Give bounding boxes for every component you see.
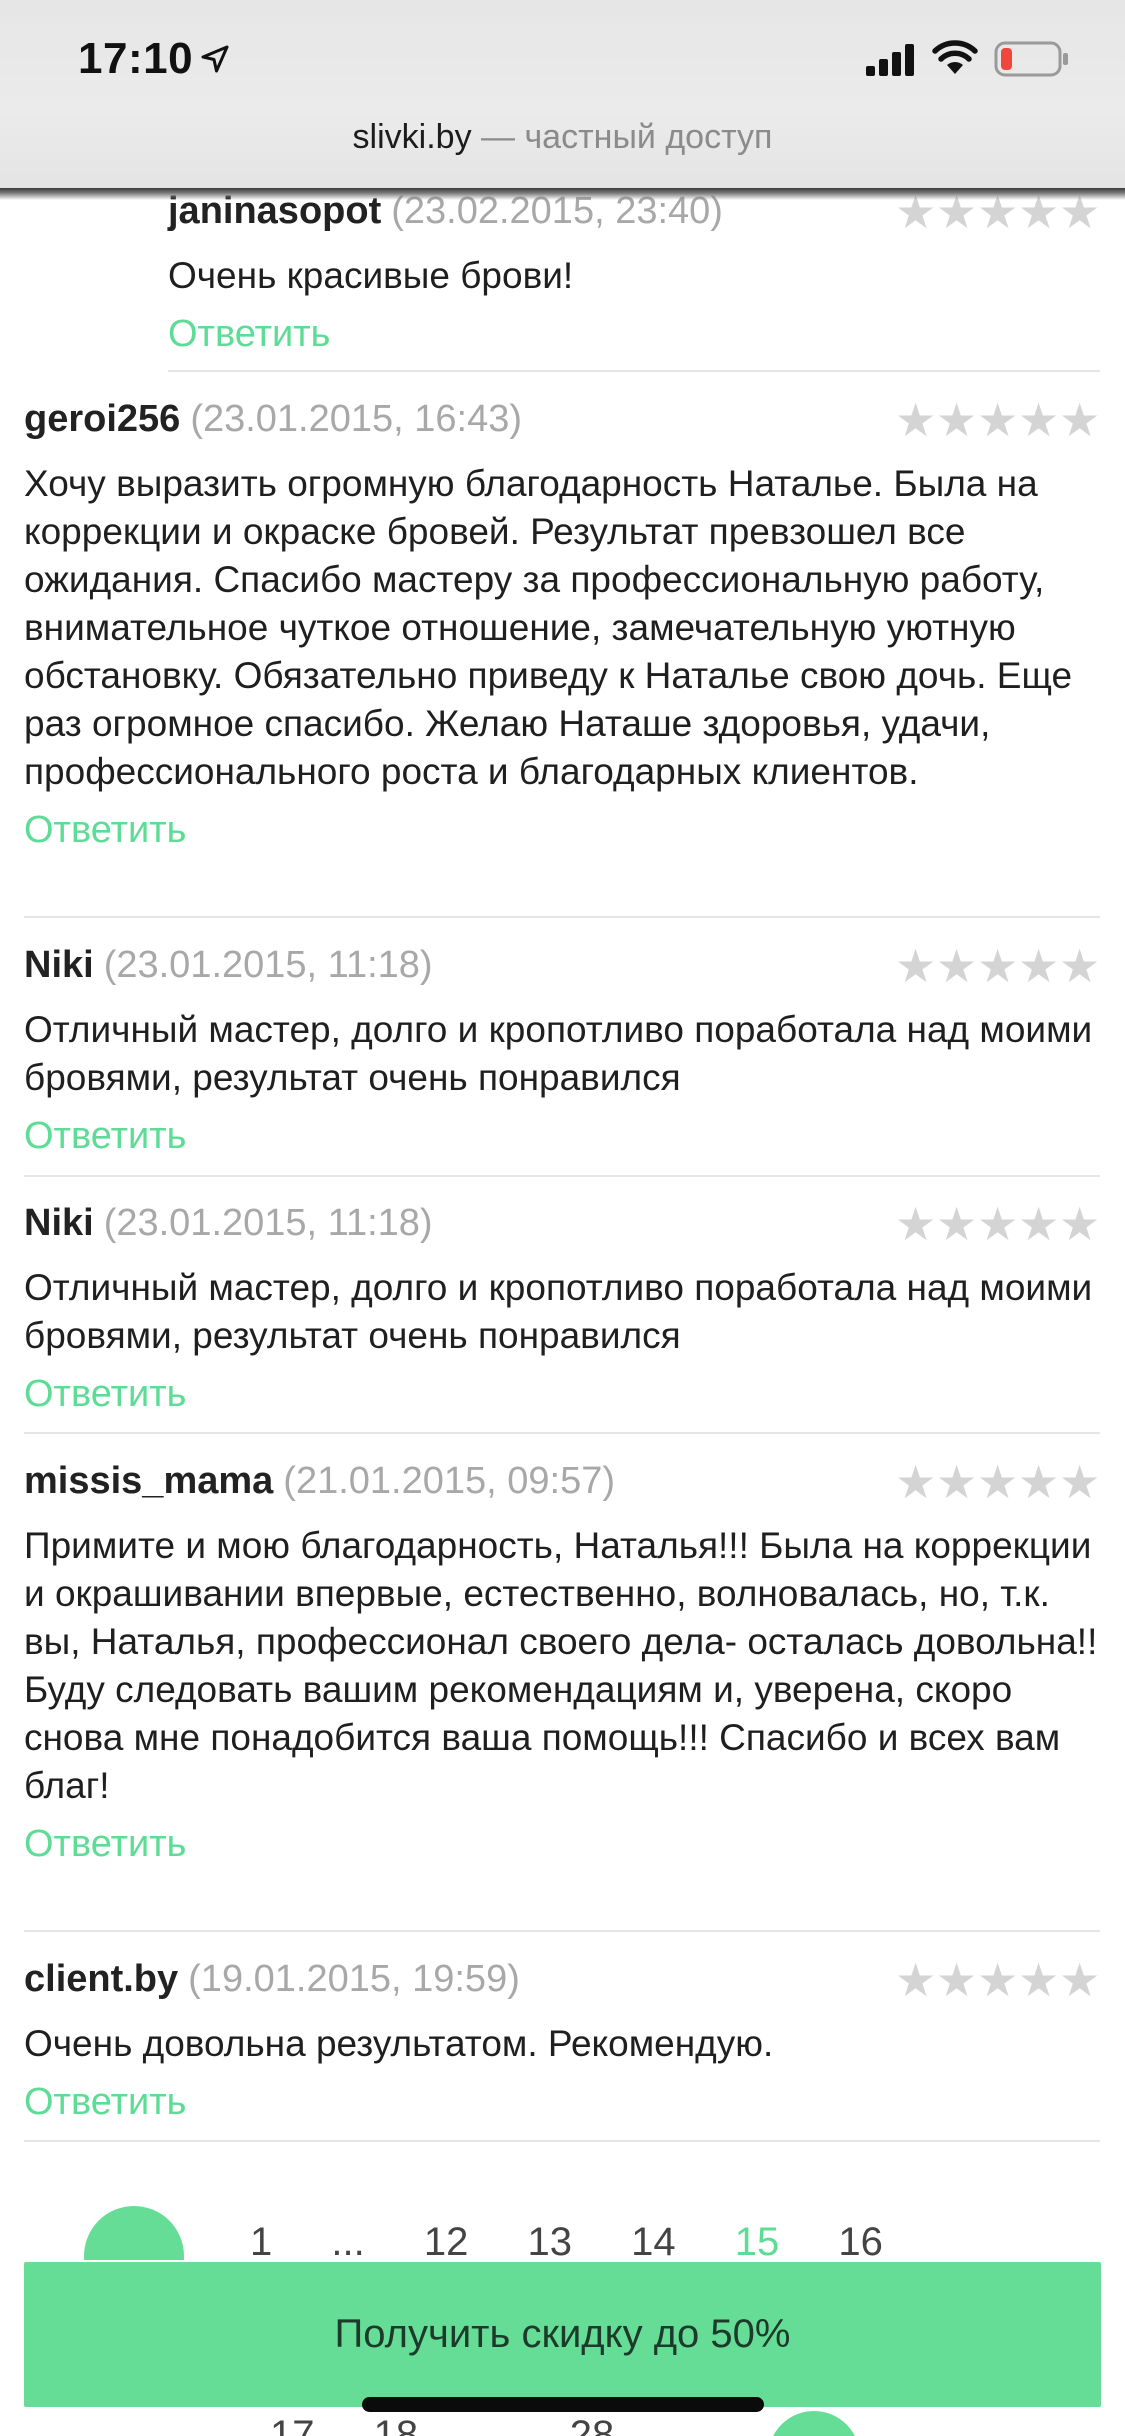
comment-author[interactable]: Niki	[24, 1202, 94, 1244]
star-icon: ★	[977, 1456, 1019, 1508]
reply-link[interactable]: Ответить	[24, 2078, 1100, 2126]
star-icon: ★	[936, 1456, 978, 1508]
comment-text: Очень довольна результатом. Рекомендую.	[24, 2023, 774, 2064]
comment-text: Примите и мою благодарность, Наталья!!! …	[24, 1525, 1098, 1806]
reply-link[interactable]: Ответить	[168, 310, 1100, 358]
rating-stars: ★ ★ ★ ★ ★	[895, 1954, 1101, 2006]
star-icon: ★	[1059, 394, 1101, 446]
cellular-signal-icon	[866, 44, 914, 76]
rating-stars: ★ ★ ★ ★ ★	[895, 940, 1101, 992]
star-icon: ★	[1059, 1456, 1101, 1508]
page-prev-button[interactable]	[84, 2206, 184, 2260]
star-icon: ★	[977, 394, 1019, 446]
reply-link[interactable]: Ответить	[24, 1370, 1100, 1418]
reply-link[interactable]: Ответить	[24, 806, 1100, 854]
comment-header: geroi256 (23.01.2015, 16:43) ★ ★ ★ ★ ★	[24, 394, 1101, 448]
comment-header: Niki (23.01.2015, 11:18) ★ ★ ★ ★ ★	[24, 1198, 1101, 1252]
page-link[interactable]: 28	[570, 2413, 615, 2436]
page-link[interactable]: 14	[631, 2220, 676, 2260]
comment-item: janinasopot (23.02.2015, 23:40) ★ ★ ★ ★ ★ Оче…	[168, 189, 1100, 358]
browser-top-bar: 17:10 slivki.by — частный доступ	[0, 0, 1125, 200]
page-link-active[interactable]: 15	[735, 2220, 780, 2260]
star-icon: ★	[1059, 940, 1101, 992]
get-discount-button[interactable]: Получить скидку до 50%	[24, 2262, 1101, 2407]
page-link[interactable]: 18	[374, 2413, 419, 2436]
reply-link[interactable]: Ответить	[24, 1820, 1100, 1868]
wifi-icon	[932, 40, 978, 74]
divider	[24, 1175, 1100, 1177]
star-icon: ★	[936, 394, 978, 446]
star-icon: ★	[895, 1954, 937, 2006]
address-bar[interactable]: slivki.by — частный доступ	[0, 118, 1125, 157]
comment-item: geroi256 (23.01.2015, 16:43) ★ ★ ★ ★ ★ Хочу в…	[24, 394, 1101, 854]
page-link[interactable]: 12	[424, 2220, 469, 2260]
page-link[interactable]: 1	[250, 2220, 272, 2260]
comment-text: Очень красивые брови!	[168, 255, 574, 296]
url-subtitle: — частный доступ	[471, 118, 773, 156]
star-icon: ★	[1018, 940, 1060, 992]
comment-date: (23.01.2015, 11:18)	[103, 944, 433, 986]
comment-item: missis_mama (21.01.2015, 09:57) ★ ★ ★ ★ ★ При…	[24, 1456, 1101, 1868]
divider	[24, 1432, 1100, 1434]
reply-link[interactable]: Ответить	[24, 1112, 1100, 1160]
star-icon: ★	[936, 940, 978, 992]
page-ellipsis: ...	[477, 2413, 511, 2436]
location-arrow-icon	[201, 45, 229, 73]
comment-date: (21.01.2015, 09:57)	[283, 1460, 615, 1502]
home-indicator[interactable]	[362, 2397, 764, 2412]
star-icon: ★	[977, 1198, 1019, 1250]
comment-author[interactable]: Niki	[24, 944, 94, 986]
star-icon: ★	[895, 1198, 937, 1250]
status-time: 17:10	[78, 34, 194, 83]
star-icon: ★	[895, 940, 937, 992]
page-list: 1 ... 12 13 14 15 16	[250, 2220, 883, 2260]
comment-text: Хочу выразить огромную благодарность Нат…	[24, 463, 1073, 792]
url-domain: slivki.by	[352, 118, 472, 156]
pagination: 1 ... 12 13 14 15 16	[0, 2200, 1125, 2260]
page-link[interactable]: 13	[527, 2220, 572, 2260]
comment-item: Niki (23.01.2015, 11:18) ★ ★ ★ ★ ★ Отличный м…	[24, 1198, 1101, 1418]
star-icon: ★	[1018, 1954, 1060, 2006]
comment-date: (23.01.2015, 16:43)	[190, 398, 523, 440]
star-icon: ★	[1059, 1198, 1101, 1250]
star-icon: ★	[895, 394, 937, 446]
star-icon: ★	[977, 940, 1019, 992]
divider	[24, 1930, 1100, 1932]
page-link[interactable]: 17	[270, 2413, 315, 2436]
page-ellipsis: ...	[331, 2220, 365, 2260]
comment-author[interactable]: client.by	[24, 1958, 178, 2000]
comment-date: (19.01.2015, 19:59)	[188, 1958, 520, 2000]
star-icon: ★	[895, 1456, 937, 1508]
comment-header: client.by (19.01.2015, 19:59) ★ ★ ★ ★ ★	[24, 1954, 1101, 2008]
divider	[24, 2140, 1100, 2142]
comment-text: Отличный мастер, долго и кропотливо пора…	[24, 1267, 1093, 1356]
divider	[168, 370, 1100, 372]
star-icon: ★	[1018, 394, 1060, 446]
comment-header: missis_mama (21.01.2015, 09:57) ★ ★ ★ ★ ★	[24, 1456, 1101, 1510]
comment-text: Отличный мастер, долго и кропотливо пора…	[24, 1009, 1093, 1098]
rating-stars: ★ ★ ★ ★ ★	[895, 394, 1101, 446]
page-next-button[interactable]	[768, 2411, 860, 2436]
page-list-2: 17 18 ... 28	[270, 2413, 614, 2436]
page-link[interactable]: 16	[838, 2220, 883, 2260]
rating-stars: ★ ★ ★ ★ ★	[895, 1198, 1101, 1250]
star-icon: ★	[936, 1198, 978, 1250]
comment-header: Niki (23.01.2015, 11:18) ★ ★ ★ ★ ★	[24, 940, 1101, 994]
comment-author[interactable]: geroi256	[24, 398, 180, 440]
battery-low-icon	[994, 41, 1068, 77]
divider	[24, 916, 1100, 918]
star-icon: ★	[1018, 1198, 1060, 1250]
star-icon: ★	[977, 1954, 1019, 2006]
comment-item: client.by (19.01.2015, 19:59) ★ ★ ★ ★ ★ Очень…	[24, 1954, 1101, 2126]
comment-item: Niki (23.01.2015, 11:18) ★ ★ ★ ★ ★ Отличный м…	[24, 940, 1101, 1160]
rating-stars: ★ ★ ★ ★ ★	[895, 1456, 1101, 1508]
comment-author[interactable]: missis_mama	[24, 1460, 273, 1502]
star-icon: ★	[936, 1954, 978, 2006]
top-bar-shadow	[0, 188, 1125, 200]
star-icon: ★	[1018, 1456, 1060, 1508]
comment-date: (23.01.2015, 11:18)	[103, 1202, 433, 1244]
star-icon: ★	[1059, 1954, 1101, 2006]
